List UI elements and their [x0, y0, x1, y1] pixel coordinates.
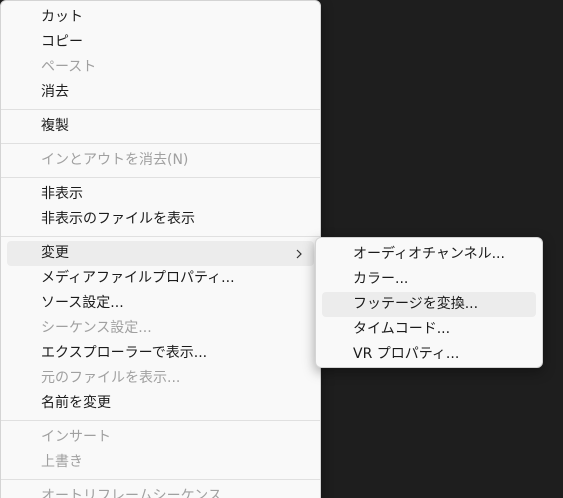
menu-item-label: 非表示のファイルを表示 [41, 211, 195, 227]
screen: カットコピーペースト消去複製インとアウトを消去(N) 非表示非表示のファイルを表示… [0, 0, 563, 498]
submenu-item-label: タイムコード... [353, 321, 451, 337]
menu-item[interactable]: 非表示のファイルを表示 [7, 207, 314, 232]
menu-item-label: メディアファイルプロパティ... [41, 270, 235, 286]
menu-item[interactable]: 上書き [7, 450, 314, 475]
menu-item-label: 消去 [41, 84, 69, 100]
menu-item[interactable]: 元のファイルを表示... [7, 366, 314, 391]
menu-item[interactable]: カット [7, 5, 314, 30]
menu-item[interactable]: インとアウトを消去(N) [7, 148, 314, 173]
menu-item-label: インとアウトを消去(N) [41, 152, 189, 168]
submenu-item-label: VR プロパティ... [353, 346, 460, 362]
menu-separator [1, 420, 320, 421]
menu-item-label: ペースト [41, 59, 97, 75]
menu-item-label: 元のファイルを表示... [41, 370, 181, 386]
menu-separator [1, 177, 320, 178]
menu-item-label: 非表示 [41, 186, 83, 202]
menu-item-label: オートリフレームシーケンス... [41, 488, 236, 498]
menu-item-label: 上書き [41, 454, 83, 470]
menu-item-label: カット [41, 9, 83, 25]
menu-separator [1, 109, 320, 110]
submenu-item[interactable]: カラー... [322, 267, 536, 292]
menu-item-label: 変更 [41, 245, 69, 261]
submenu-item[interactable]: オーディオチャンネル... [322, 242, 536, 267]
menu-item[interactable]: メディアファイルプロパティ... [7, 266, 314, 291]
submenu-item[interactable]: タイムコード... [322, 317, 536, 342]
menu-item[interactable]: オートリフレームシーケンス... [7, 484, 314, 498]
menu-separator [1, 143, 320, 144]
modify-submenu: オーディオチャンネル... カラー... フッテージを変換... タイムコード... V… [315, 237, 543, 368]
menu-item[interactable]: ソース設定... [7, 291, 314, 316]
submenu-item[interactable]: フッテージを変換... [322, 292, 536, 317]
submenu-item-label: オーディオチャンネル... [353, 246, 505, 262]
context-menu: カットコピーペースト消去複製インとアウトを消去(N) 非表示非表示のファイルを表示… [0, 0, 321, 498]
menu-item-modify[interactable]: 変更 [7, 241, 314, 266]
menu-item[interactable]: エクスプローラーで表示... [7, 341, 314, 366]
menu-item[interactable]: インサート [7, 425, 314, 450]
menu-item[interactable]: 消去 [7, 80, 314, 105]
menu-separator [1, 236, 320, 237]
submenu-item-label: カラー... [353, 271, 409, 287]
menu-item-label: シーケンス設定... [41, 320, 152, 336]
submenu-item[interactable]: VR プロパティ... [322, 342, 536, 367]
submenu-item-label: フッテージを変換... [353, 296, 479, 312]
menu-separator [1, 479, 320, 480]
menu-item-label: 複製 [41, 118, 69, 134]
menu-item[interactable]: 非表示 [7, 182, 314, 207]
menu-item[interactable]: ペースト [7, 55, 314, 80]
menu-item-label: ソース設定... [41, 295, 124, 311]
menu-item-label: インサート [41, 429, 111, 445]
menu-item[interactable]: シーケンス設定... [7, 316, 314, 341]
chevron-right-icon [294, 241, 304, 266]
menu-item-label: 名前を変更 [41, 395, 111, 411]
menu-item-label: エクスプローラーで表示... [41, 345, 208, 361]
menu-item[interactable]: 複製 [7, 114, 314, 139]
menu-item-label: コピー [41, 34, 83, 50]
menu-item[interactable]: 名前を変更 [7, 391, 314, 416]
menu-item[interactable]: コピー [7, 30, 314, 55]
